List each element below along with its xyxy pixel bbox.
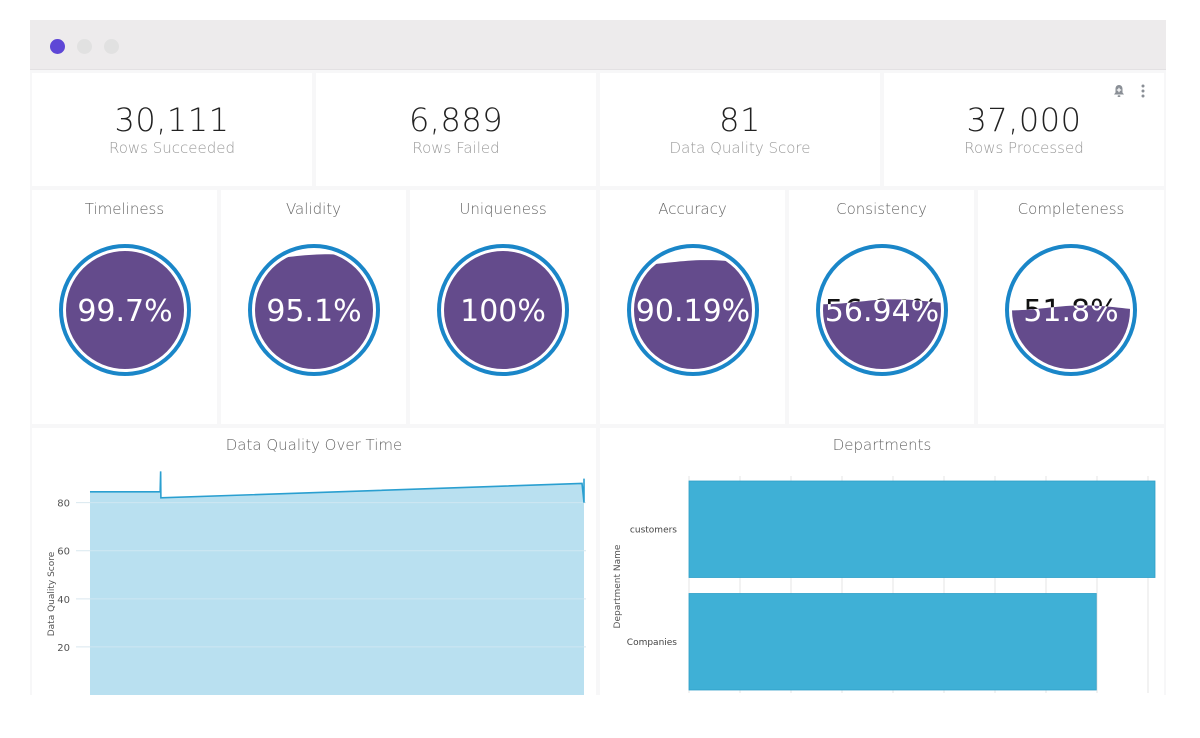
kpi-label: Rows Succeeded [108,139,236,157]
more-options-icon[interactable] [1136,83,1150,99]
bell-plus-icon[interactable] [1112,83,1126,99]
category-label: customers [630,525,677,535]
liquid-gauge-timeliness: 99.7%99.7% [58,244,191,376]
liquid-gauge-completeness: 51.8%51.8% [1005,244,1137,376]
kpi-value: 30,111 [114,101,230,139]
dashboard-window: 30,111 Rows Succeeded 6,889 Rows Failed … [30,20,1166,695]
category-label: Companies [627,638,678,648]
y-axis-label: Data Quality Score [47,551,57,636]
gauge-title: Uniqueness [459,200,547,218]
gauge-value-label-overlay: 95.1% [266,294,361,329]
liquid-gauge-accuracy: 90.19%90.19% [626,244,759,376]
kpi-value: 6,889 [408,101,504,139]
gauge-value-label-overlay: 99.7% [77,294,172,329]
kpi-tile-rows-failed: 6,889 Rows Failed [316,73,596,186]
y-tick-label: 60 [57,547,70,558]
bar-companies[interactable] [688,593,1097,691]
gauge-tile-uniqueness: Uniqueness 100%100% [410,190,596,424]
liquid-gauge-consistency: 56.94%56.94% [815,244,948,376]
window-close-button[interactable] [50,39,65,54]
gauge-tile-timeliness: Timeliness 99.7%99.7% [32,190,217,424]
gauge-title: Consistency [836,200,927,218]
liquid-gauge-validity: 95.1%95.1% [247,244,380,376]
bar-chart: customers Companies Department Name [613,476,1156,693]
gauge-tile-validity: Validity 95.1%95.1% [221,190,406,424]
chart-tile-departments: Departments customers Companies Department… [600,428,1164,695]
window-minimize-button[interactable] [77,39,92,54]
area-chart: 20 40 60 80 Data Quality Score [47,471,586,695]
tile-actions [1112,83,1150,99]
bar-customers[interactable] [688,480,1156,578]
area-fill [90,471,584,695]
title-bar [30,20,1166,70]
gauge-title: Validity [285,200,342,218]
kpi-label: Data Quality Score [669,139,811,157]
kpi-tile-data-quality-score: 81 Data Quality Score [600,73,880,186]
gauge-tile-consistency: Consistency 56.94%56.94% [789,190,974,424]
gauge-title: Timeliness [84,200,165,218]
y-tick-label: 40 [57,595,70,606]
kpi-tile-rows-succeeded: 30,111 Rows Succeeded [32,73,312,186]
gauge-value-label-overlay: 100% [460,294,546,329]
liquid-gauge-uniqueness: 100%100% [437,244,569,376]
chart-tile-quality-over-time: Data Quality Over Time 20 40 60 80 Data Qual… [32,428,596,695]
y-axis-label: Department Name [613,544,623,628]
gauge-tile-completeness: Completeness 51.8%51.8% [978,190,1164,424]
y-tick-label: 20 [57,643,70,654]
gauge-title: Accuracy [658,200,727,218]
kpi-label: Rows Processed [964,139,1084,157]
kpi-label: Rows Failed [412,139,500,157]
y-tick-label: 80 [57,499,70,510]
window-maximize-button[interactable] [104,39,119,54]
gauge-value-label-overlay: 90.19% [635,294,749,329]
kpi-value: 81 [719,101,761,139]
kpi-value: 37,000 [966,101,1082,139]
kpi-tile-rows-processed: 37,000 Rows Processed [884,73,1164,186]
gauge-tile-accuracy: Accuracy 90.19%90.19% [600,190,785,424]
gauge-title: Completeness [1017,200,1125,218]
